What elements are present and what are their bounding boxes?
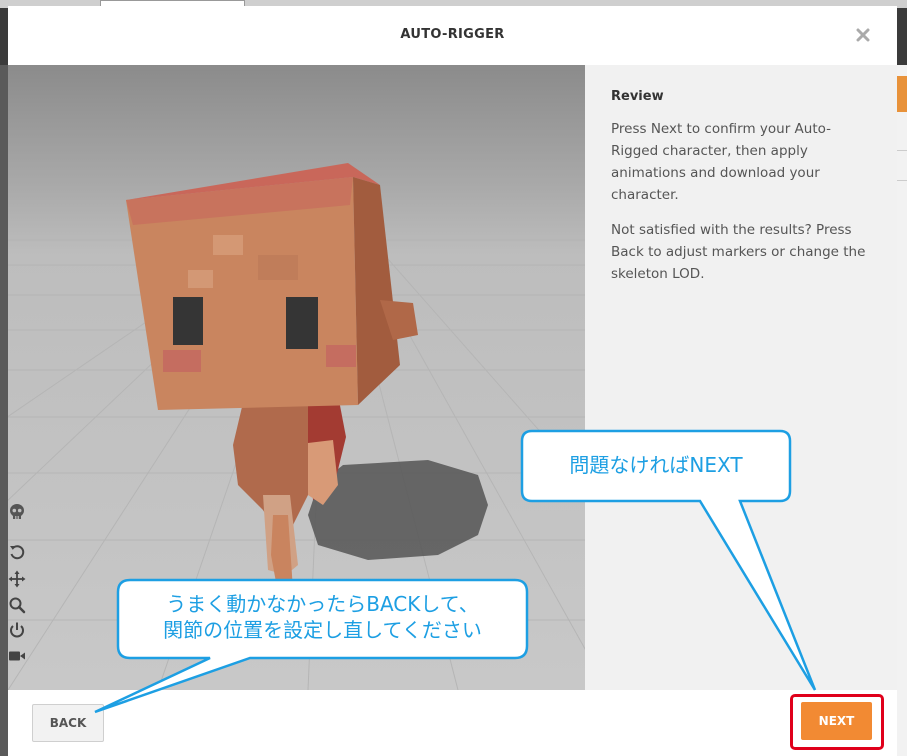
camera-icon[interactable] xyxy=(8,647,26,665)
rotate-icon[interactable] xyxy=(8,543,26,561)
info-panel: Review Press Next to confirm your Auto-R… xyxy=(585,65,897,690)
info-paragraph-adjust: Not satisfied with the results? Press Ba… xyxy=(611,222,866,282)
character-eye-right xyxy=(286,297,318,349)
back-callout-line2: 関節の位置を設定し直してください xyxy=(163,618,482,642)
next-callout-text: 問題なければNEXT xyxy=(569,453,743,477)
character-eye-left xyxy=(173,297,203,345)
background-divider xyxy=(897,180,907,181)
background-orange-button xyxy=(897,76,907,112)
back-callout-line1: うまく動かなかったらBACKして、 xyxy=(166,592,479,616)
next-button[interactable]: NEXT xyxy=(801,702,872,740)
back-button[interactable]: BACK xyxy=(32,704,104,742)
close-icon[interactable] xyxy=(856,28,870,42)
power-icon[interactable] xyxy=(8,621,26,639)
dialog-header: AUTO-RIGGER xyxy=(8,6,897,65)
dialog-footer: BACK NEXT xyxy=(8,690,897,756)
auto-rigger-dialog: AUTO-RIGGER Review Press Next to confirm… xyxy=(8,6,897,756)
dialog-title: AUTO-RIGGER xyxy=(400,27,505,42)
zoom-icon[interactable] xyxy=(8,596,26,614)
info-heading: Review xyxy=(611,89,664,104)
move-icon[interactable] xyxy=(8,570,26,588)
background-right-panel xyxy=(897,65,907,756)
background-left-edge xyxy=(0,65,8,756)
info-paragraph-confirm: Press Next to confirm your Auto-Rigged c… xyxy=(611,121,832,203)
skull-icon[interactable] xyxy=(8,503,26,521)
background-divider xyxy=(897,150,907,151)
